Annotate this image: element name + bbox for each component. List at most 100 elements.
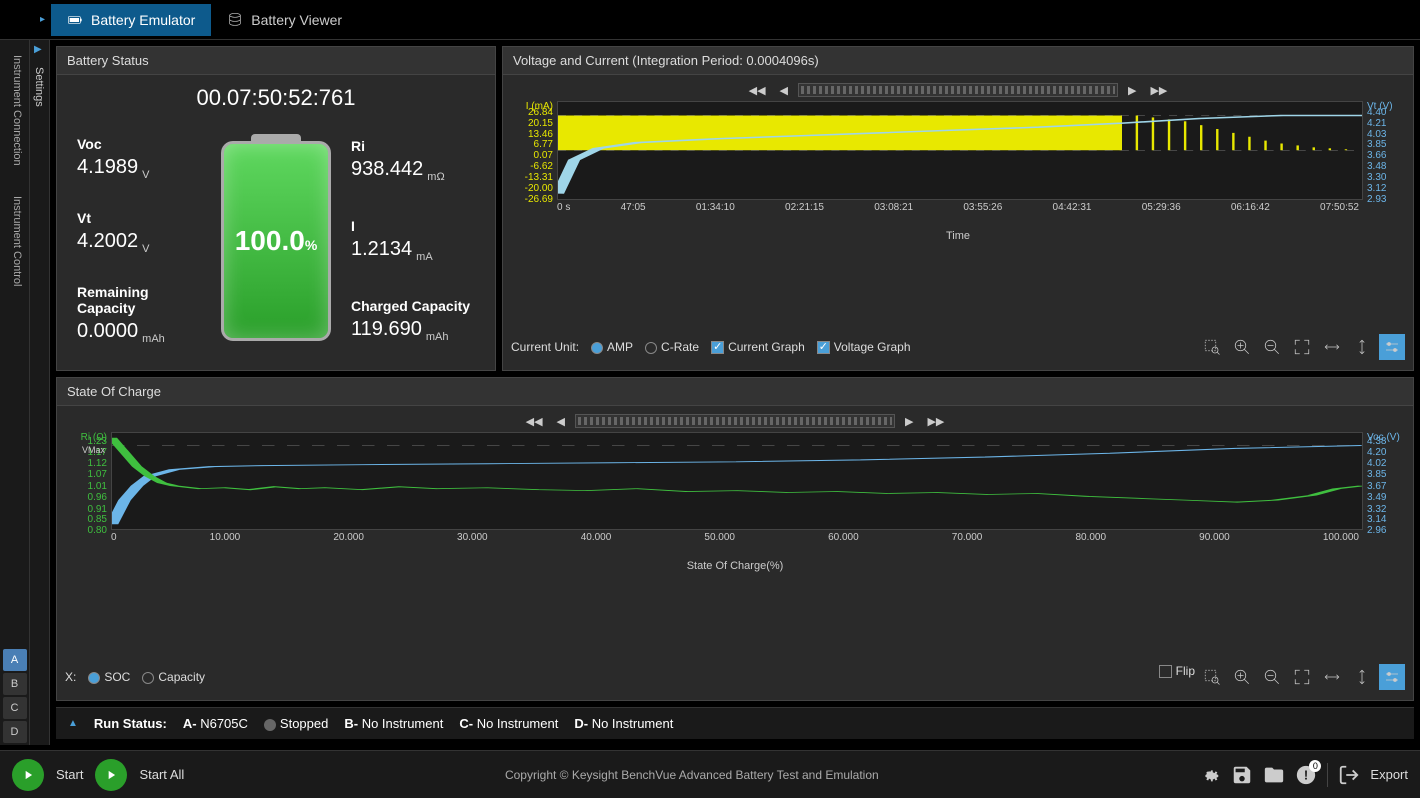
check-voltage-graph[interactable]: Voltage Graph	[817, 340, 911, 354]
copyright: Copyright © Keysight BenchVue Advanced B…	[196, 768, 1187, 782]
zoom-out-icon[interactable]	[1259, 664, 1285, 690]
channel-b[interactable]: B	[3, 673, 27, 695]
marker-icon[interactable]	[1379, 664, 1405, 690]
charged-value: 119.690	[351, 318, 422, 340]
scroll-track[interactable]	[575, 414, 895, 428]
zoom-out-icon[interactable]	[1259, 334, 1285, 360]
notif-badge: 0	[1309, 760, 1321, 772]
x-label: X:	[65, 670, 76, 684]
zoom-in-icon[interactable]	[1229, 664, 1255, 690]
zoom-region-icon[interactable]	[1199, 664, 1225, 690]
ri-label: Ri	[351, 138, 475, 154]
save-icon[interactable]	[1231, 764, 1253, 786]
start-all-label: Start All	[139, 767, 184, 782]
status-b: B- No Instrument	[344, 716, 443, 731]
scroll-track[interactable]	[798, 83, 1118, 97]
fit-y-icon[interactable]	[1349, 334, 1375, 360]
vmax-label: VMax	[82, 445, 105, 455]
tab-label: Battery Viewer	[251, 12, 342, 28]
rail-instrument-connection[interactable]: Instrument Connection	[0, 40, 29, 181]
soc-panel: State Of Charge ◀◀ ◀ ▶ ▶▶ Ri (Ω) 1.23 1.…	[56, 377, 1414, 701]
battery-pct-unit: %	[305, 237, 317, 253]
soc-x-axis: 010.000 20.00030.000 40.00050.000 60.000…	[65, 530, 1405, 560]
scroll-prev-icon[interactable]: ◀	[776, 84, 792, 97]
i-label: I	[351, 218, 475, 234]
settings-flyout[interactable]: ▶ Settings	[30, 40, 50, 745]
ri-unit: mΩ	[427, 171, 444, 183]
status-a-state: Stopped	[264, 716, 328, 731]
panel-title: Voltage and Current (Integration Period:…	[503, 47, 1413, 75]
ri-value: 938.442	[351, 158, 423, 180]
radio-soc[interactable]: SOC	[88, 670, 130, 684]
voc-label: Voc	[77, 136, 201, 152]
remaining-unit: mAh	[142, 333, 165, 345]
start-label: Start	[56, 767, 83, 782]
fit-x-icon[interactable]	[1319, 664, 1345, 690]
tab-battery-viewer[interactable]: Battery Viewer	[211, 4, 358, 36]
channel-a[interactable]: A	[3, 649, 27, 671]
radio-amp[interactable]: AMP	[591, 340, 633, 354]
scroll-first-icon[interactable]: ◀◀	[522, 415, 547, 428]
panel-title: Battery Status	[57, 47, 495, 75]
i-value: 1.2134	[351, 238, 412, 260]
vt-value: 4.2002	[77, 230, 138, 252]
scroll-next-icon[interactable]: ▶	[901, 415, 917, 428]
charged-label: Charged Capacity	[351, 298, 475, 314]
soc-plot[interactable]: VMax	[111, 432, 1363, 530]
top-tab-bar: ▸ Battery Emulator Battery Viewer	[0, 0, 1420, 40]
start-button[interactable]	[12, 759, 44, 791]
check-flip[interactable]: Flip	[1159, 664, 1195, 690]
left-rail: Instrument Connection Instrument Control…	[0, 40, 30, 745]
fit-x-icon[interactable]	[1319, 334, 1345, 360]
radio-crate[interactable]: C-Rate	[645, 340, 699, 354]
fit-all-icon[interactable]	[1289, 334, 1315, 360]
voc-value: 4.1989	[77, 156, 138, 178]
vc-plot[interactable]: VMax	[557, 101, 1363, 200]
vc-left-axis: I (mA) 26.84 20.15 13.46 6.77 0.07 -6.62…	[511, 101, 557, 200]
panel-title: State Of Charge	[57, 378, 1413, 406]
scroll-last-icon[interactable]: ▶▶	[923, 415, 948, 428]
battery-icon	[67, 12, 83, 28]
fit-y-icon[interactable]	[1349, 664, 1375, 690]
collapse-icon[interactable]: ▲	[68, 718, 78, 729]
start-all-button[interactable]	[95, 759, 127, 791]
radio-capacity[interactable]: Capacity	[142, 670, 205, 684]
fit-all-icon[interactable]	[1289, 664, 1315, 690]
folder-icon[interactable]	[1263, 764, 1285, 786]
run-status-bar: ▲ Run Status: A- N6705C Stopped B- No In…	[56, 707, 1414, 739]
export-label: Export	[1370, 767, 1408, 782]
i-unit: mA	[416, 251, 433, 263]
elapsed-timer: 00.07:50:52:761	[67, 85, 485, 111]
export-icon[interactable]	[1338, 764, 1360, 786]
check-current-graph[interactable]: Current Graph	[711, 340, 805, 354]
gear-icon[interactable]	[1199, 764, 1221, 786]
scroll-first-icon[interactable]: ◀◀	[745, 84, 770, 97]
scroll-next-icon[interactable]: ▶	[1124, 84, 1140, 97]
rail-instrument-control[interactable]: Instrument Control	[0, 181, 29, 301]
vc-x-axis: 0 s47:05 01:34:1002:21:15 03:08:2103:55:…	[511, 200, 1405, 230]
battery-status-panel: Battery Status 00.07:50:52:761 Voc 4.198…	[56, 46, 496, 371]
zoom-in-icon[interactable]	[1229, 334, 1255, 360]
vt-label: Vt	[77, 210, 201, 226]
scroll-prev-icon[interactable]: ◀	[553, 415, 569, 428]
tab-history-icon[interactable]: ▸	[40, 14, 45, 25]
voc-unit: V	[142, 169, 149, 181]
notification-icon[interactable]: !0	[1295, 764, 1317, 786]
battery-graphic: 100.0%	[221, 141, 331, 341]
tab-label: Battery Emulator	[91, 12, 195, 28]
soc-x-label: State Of Charge(%)	[65, 560, 1405, 658]
vc-controls: Current Unit: AMP C-Rate Current Graph V…	[511, 328, 1405, 366]
zoom-region-icon[interactable]	[1199, 334, 1225, 360]
scroll-last-icon[interactable]: ▶▶	[1146, 84, 1171, 97]
status-d: D- No Instrument	[574, 716, 673, 731]
soc-right-axis: Voc (V) 4.38 4.20 4.02 3.85 3.67 3.49 3.…	[1363, 432, 1405, 530]
remaining-label: Remaining Capacity	[77, 284, 201, 316]
expand-icon: ▶	[30, 40, 49, 59]
marker-icon[interactable]	[1379, 334, 1405, 360]
svg-text:!: !	[1304, 767, 1308, 782]
tab-battery-emulator[interactable]: Battery Emulator	[51, 4, 211, 36]
footer-bar: Start Start All Copyright © Keysight Ben…	[0, 750, 1420, 798]
settings-label: Settings	[30, 59, 48, 115]
channel-c[interactable]: C	[3, 697, 27, 719]
channel-d[interactable]: D	[3, 721, 27, 743]
